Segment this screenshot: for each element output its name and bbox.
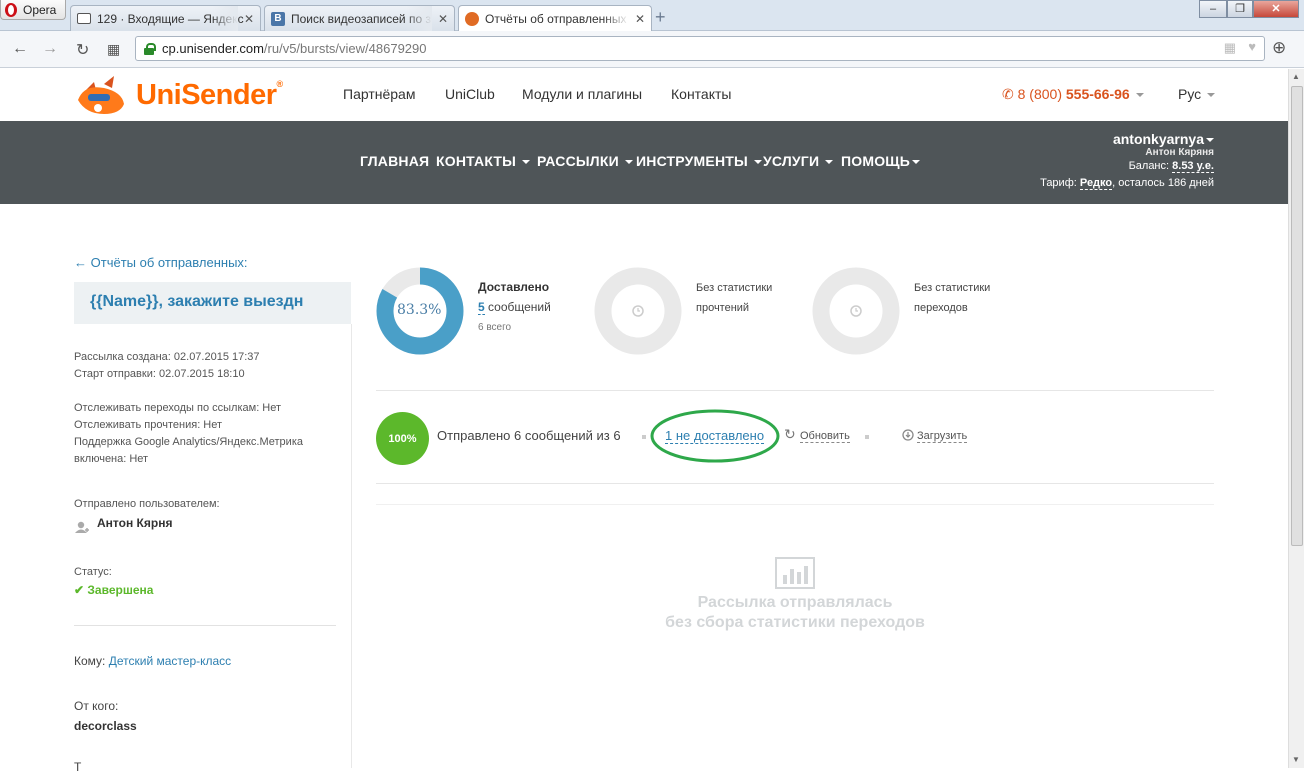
phone-icon: ✆ bbox=[1002, 86, 1014, 102]
campaign-subject: {{Name}}, закажите выездн bbox=[74, 282, 351, 324]
tab-reports[interactable]: Отчёты об отправленных ✕ bbox=[458, 5, 652, 32]
sent-progress-badge: 100% bbox=[376, 412, 429, 465]
vk-icon: B bbox=[271, 11, 285, 26]
tab-video-search[interactable]: B Поиск видеозаписей по з ✕ bbox=[264, 5, 455, 31]
clock-icon bbox=[632, 305, 644, 317]
menu-services[interactable]: УСЛУГИ bbox=[763, 153, 834, 169]
sender-value: decorclass bbox=[74, 719, 137, 733]
tariff-value[interactable]: Редко bbox=[1079, 177, 1113, 190]
more-field-label: Т bbox=[74, 760, 82, 774]
nav-uniclub[interactable]: UniClub bbox=[445, 86, 495, 102]
close-icon[interactable]: ✕ bbox=[244, 12, 254, 26]
maximize-button[interactable]: ❐ bbox=[1227, 0, 1253, 18]
menu-help[interactable]: ПОМОЩЬ bbox=[841, 153, 921, 169]
speed-dial-icon[interactable]: ▦ bbox=[107, 41, 120, 58]
balance-value[interactable]: 8.53 у.е. bbox=[1172, 160, 1214, 173]
url-host: cp.unisender.com bbox=[162, 41, 264, 56]
sent-by-label: Отправлено пользователем: bbox=[74, 498, 220, 510]
arrow-left-icon: ← bbox=[74, 255, 91, 270]
language-selector[interactable]: Рус bbox=[1178, 86, 1216, 102]
browser-tab-bar: Opera 129 · Входящие — Яндекс ✕ B Поиск … bbox=[0, 0, 1304, 32]
unisender-mascot-logo-icon[interactable] bbox=[74, 74, 130, 118]
status-badge: ✔ Завершена bbox=[74, 583, 154, 597]
url-path: /ru/v5/bursts/view/48679290 bbox=[263, 41, 427, 56]
opera-menu-button[interactable]: Opera bbox=[0, 0, 66, 20]
empty-stats-message: Рассылка отправлялась без сбора статисти… bbox=[665, 594, 925, 631]
support-phone[interactable]: ✆ 8 (800) 555-66-96 bbox=[1002, 86, 1144, 103]
heart-icon[interactable]: ♥ bbox=[1248, 39, 1256, 54]
scroll-up-icon[interactable]: ▲ bbox=[1292, 72, 1300, 81]
address-bar[interactable]: cp.unisender.com/ru/v5/bursts/view/48679… bbox=[135, 36, 1265, 61]
browser-navigation-bar: ← → ↻ ▦ cp.unisender.com/ru/v5/bursts/vi… bbox=[0, 31, 1304, 68]
scroll-down-icon[interactable]: ▼ bbox=[1292, 755, 1300, 764]
close-window-button[interactable]: ✕ bbox=[1253, 0, 1299, 18]
sent-by-name: Антон Кярня bbox=[97, 516, 173, 530]
forward-arrow-icon[interactable]: → bbox=[42, 40, 58, 58]
opera-logo-icon bbox=[5, 2, 17, 17]
tracking-settings: Отслеживать переходы по ссылкам: Нет Отс… bbox=[74, 402, 303, 465]
menu-contacts[interactable]: КОНТАКТЫ bbox=[436, 153, 531, 169]
not-delivered-link[interactable]: 1 не доставлено bbox=[665, 428, 765, 444]
account-fullname: Антон Кяряня bbox=[1145, 147, 1214, 158]
clicks-no-stats: Без статистики переходов bbox=[914, 282, 991, 314]
delivered-percent: 83.3% bbox=[397, 302, 442, 318]
tab-inbox[interactable]: 129 · Входящие — Яндекс ✕ bbox=[70, 5, 261, 31]
site-header: UniSender® Партнёрам UniClub Модули и пл… bbox=[0, 69, 1288, 121]
refresh-link[interactable]: Обновить bbox=[800, 430, 850, 443]
speed-dial-add-icon[interactable]: ▦ bbox=[1224, 40, 1236, 56]
nav-contacts[interactable]: Контакты bbox=[671, 86, 731, 102]
clock-icon bbox=[850, 305, 862, 317]
refresh-icon[interactable]: ↻ bbox=[784, 426, 796, 443]
recipient-list: Кому: Детский мастер-класс bbox=[74, 654, 232, 668]
sender-label: От кого: bbox=[74, 699, 119, 713]
back-arrow-icon[interactable]: ← bbox=[12, 40, 28, 58]
main-menu: ГЛАВНАЯ КОНТАКТЫ РАССЫЛКИ ИНСТРУМЕНТЫ УС… bbox=[0, 121, 1288, 204]
delivered-count: 5 сообщений bbox=[478, 300, 551, 315]
new-tab-icon[interactable]: + bbox=[655, 7, 666, 28]
account-tariff: Тариф: Редко, осталось 186 дней bbox=[1040, 177, 1214, 190]
delivered-count-link[interactable]: 5 bbox=[478, 300, 485, 315]
bar-chart-icon bbox=[775, 557, 815, 589]
scroll-thumb[interactable] bbox=[1291, 86, 1303, 546]
nav-modules[interactable]: Модули и плагины bbox=[522, 86, 642, 102]
minimize-button[interactable]: – bbox=[1199, 0, 1227, 18]
delivered-total: 6 всего bbox=[478, 322, 512, 333]
page-scrollbar[interactable]: ▲ ▼ bbox=[1288, 69, 1304, 768]
nav-partners[interactable]: Партнёрам bbox=[343, 86, 415, 102]
unisender-logo[interactable]: UniSender® bbox=[136, 79, 283, 112]
sent-summary: Отправлено 6 сообщений из 6 bbox=[437, 428, 621, 443]
download-circle-icon[interactable] bbox=[902, 429, 914, 441]
menu-home[interactable]: ГЛАВНАЯ bbox=[360, 153, 429, 169]
status-label: Статус: bbox=[74, 566, 112, 578]
close-icon[interactable]: ✕ bbox=[438, 12, 448, 26]
checkmark-icon: ✔ bbox=[74, 583, 85, 597]
lock-icon bbox=[144, 43, 156, 55]
account-balance: Баланс: 8.53 у.е. bbox=[1128, 160, 1214, 173]
download-icon[interactable]: ⊕ bbox=[1272, 38, 1286, 58]
reload-icon[interactable]: ↻ bbox=[76, 40, 89, 60]
close-icon[interactable]: ✕ bbox=[635, 12, 645, 26]
mail-icon bbox=[77, 13, 91, 24]
account-username[interactable]: antonkyarnya bbox=[1113, 131, 1214, 147]
reads-no-stats: Без статистики прочтений bbox=[696, 282, 773, 314]
user-add-icon bbox=[75, 521, 89, 533]
back-to-reports-link[interactable]: ← Отчёты об отправленных: bbox=[74, 255, 248, 270]
recipient-list-link[interactable]: Детский мастер-класс bbox=[109, 654, 231, 668]
delivered-title: Доставлено bbox=[478, 280, 550, 294]
opera-menu-label: Opera bbox=[23, 2, 57, 17]
menu-campaigns[interactable]: РАССЫЛКИ bbox=[537, 153, 633, 169]
campaign-dates: Рассылка создана: 02.07.2015 17:37 Старт… bbox=[74, 351, 260, 380]
menu-tools[interactable]: ИНСТРУМЕНТЫ bbox=[636, 153, 762, 169]
unisender-favicon-icon bbox=[465, 12, 479, 26]
download-link[interactable]: Загрузить bbox=[917, 430, 968, 443]
